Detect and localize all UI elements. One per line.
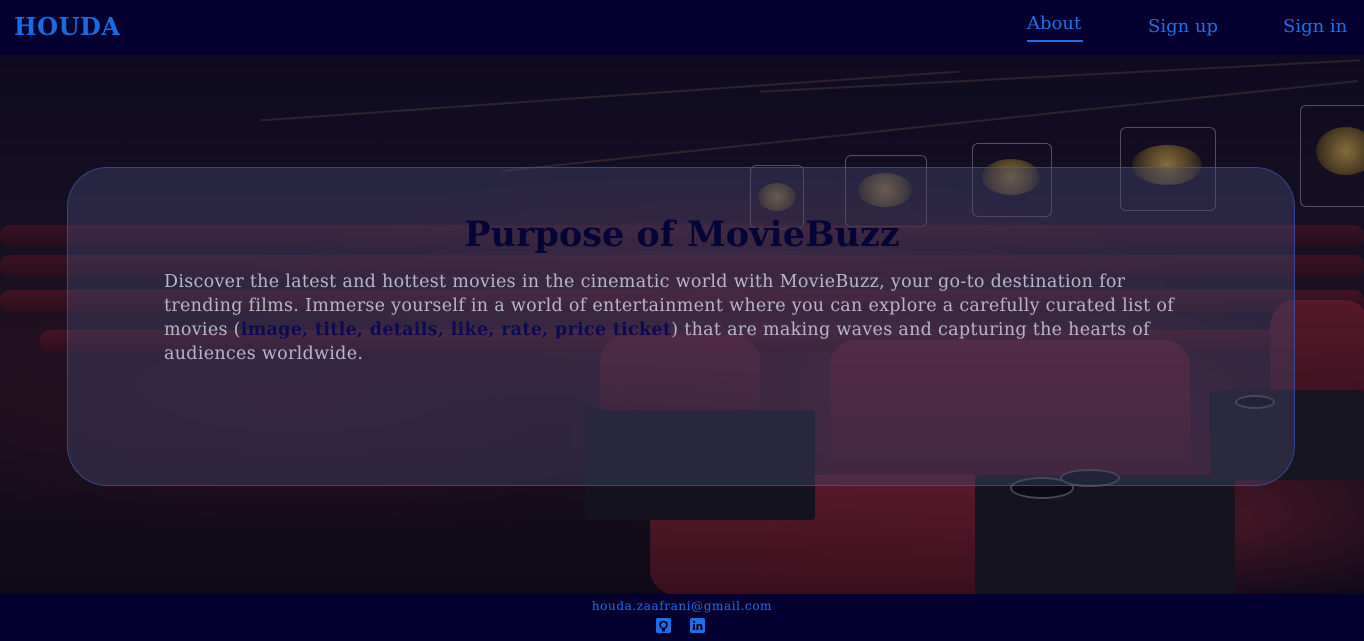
linkedin-icon[interactable] bbox=[690, 618, 705, 633]
contact-email[interactable]: houda.zaafrani@gmail.com bbox=[0, 599, 1364, 613]
page-title: Purpose of MovieBuzz bbox=[464, 214, 900, 255]
purpose-description: Discover the latest and hottest movies i… bbox=[164, 270, 1204, 366]
nav-signin-link[interactable]: Sign in bbox=[1283, 16, 1347, 37]
nav-about-link[interactable]: About bbox=[1027, 13, 1081, 34]
footer: houda.zaafrani@gmail.com bbox=[0, 594, 1364, 641]
navbar: HOUDA About Sign up Sign in bbox=[0, 0, 1364, 55]
purpose-card: Purpose of MovieBuzz Discover the latest… bbox=[67, 167, 1295, 486]
features-highlight: image, title, details, like, rate, price… bbox=[240, 320, 672, 340]
active-nav-underline bbox=[1027, 40, 1083, 42]
github-icon[interactable] bbox=[656, 618, 671, 633]
nav-signup-link[interactable]: Sign up bbox=[1148, 16, 1218, 37]
logo[interactable]: HOUDA bbox=[14, 12, 120, 41]
